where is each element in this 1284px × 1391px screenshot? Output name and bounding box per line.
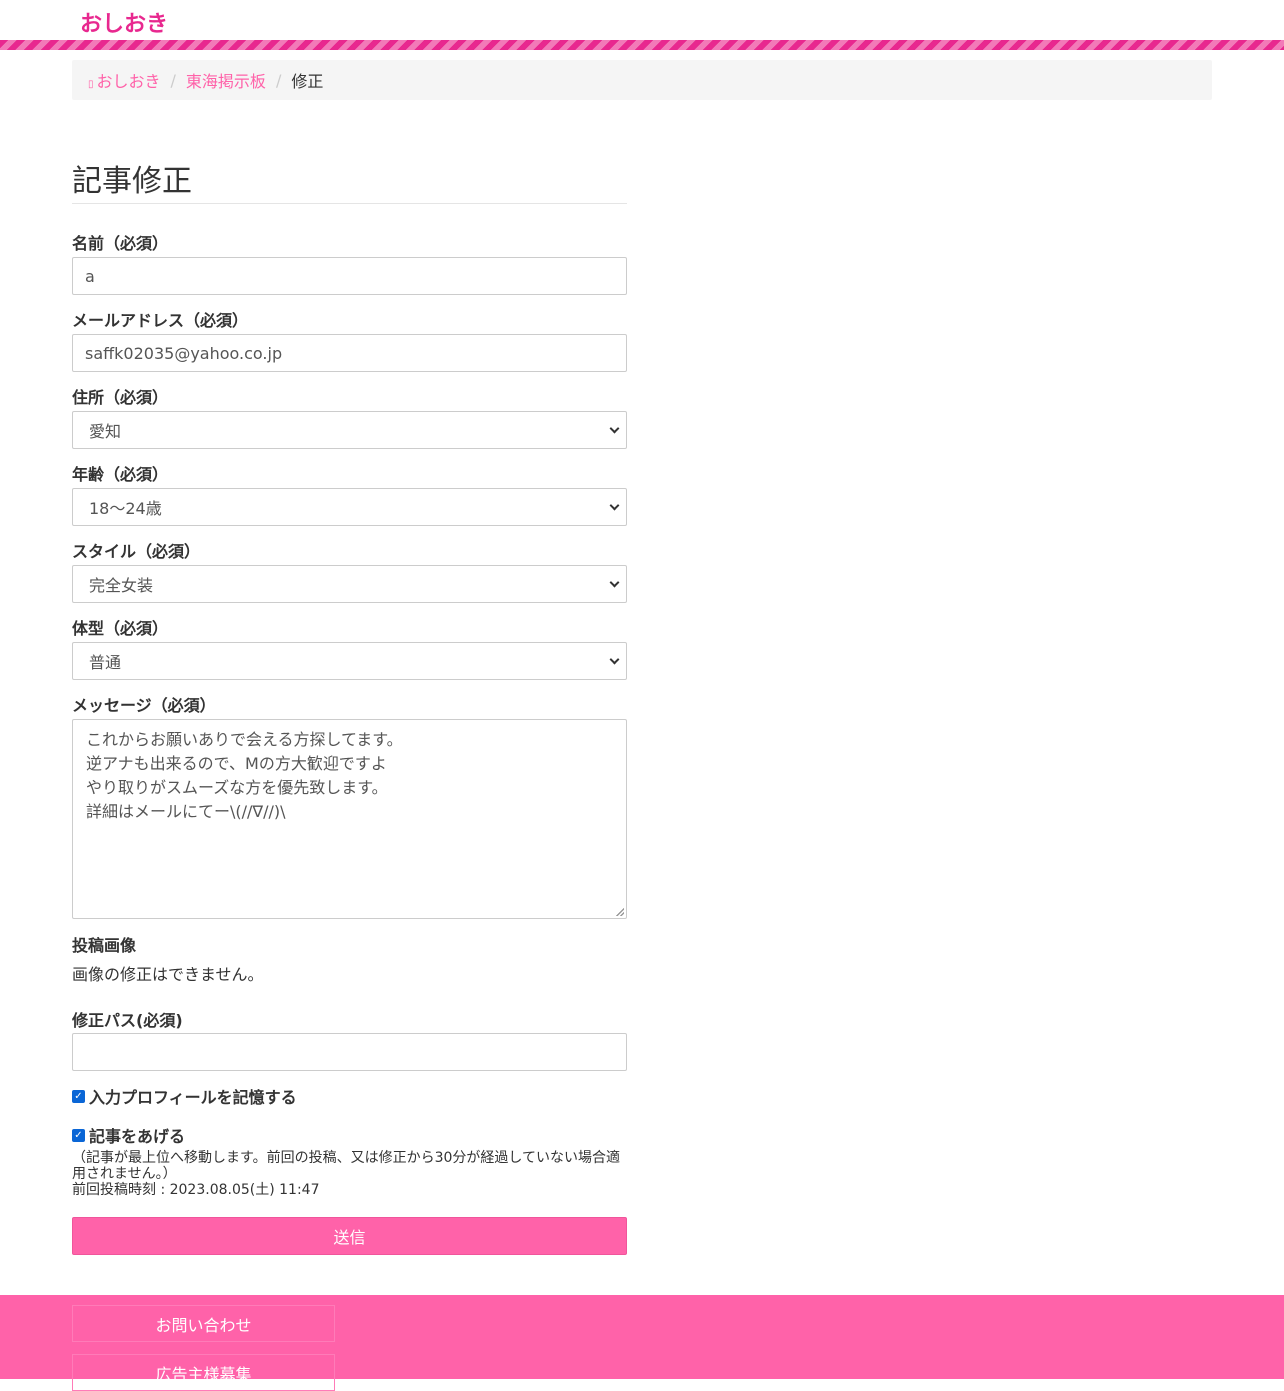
header-stripe	[0, 40, 1284, 50]
message-label: メッセージ（必須）	[72, 696, 216, 715]
address-select-value: 愛知	[89, 422, 122, 441]
email-label: メールアドレス（必須）	[72, 311, 249, 330]
message-line: 逆アナも出来るので、Mの方大歓迎ですよ	[86, 754, 387, 773]
bump-note: （記事が最上位へ移動します。前回の投稿、又は修正から30分が経過していない場合適…	[72, 1150, 632, 1198]
breadcrumb-board[interactable]: 東海掲示板	[186, 68, 266, 92]
password-label: 修正パス(必須)	[72, 1011, 183, 1030]
chevron-down-icon	[609, 500, 620, 510]
bump-label: 記事をあげる	[89, 1127, 186, 1146]
breadcrumb: ▯ おしおき / 東海掲示板 / 修正	[72, 60, 1212, 100]
chevron-down-icon	[609, 577, 620, 587]
resize-handle-icon[interactable]	[616, 908, 624, 916]
style-select-value: 完全女装	[89, 576, 154, 595]
email-input[interactable]: saffk02035@yahoo.co.jp	[72, 334, 627, 372]
name-label: 名前（必須）	[72, 234, 169, 253]
bump-checkbox-row[interactable]: ✓ 記事をあげる	[72, 1123, 185, 1147]
name-input[interactable]: a	[72, 257, 627, 295]
remember-checkbox-row[interactable]: ✓ 入力プロフィールを記憶する	[72, 1084, 297, 1108]
body-type-label: 体型（必須）	[72, 619, 169, 638]
age-select-value: 18〜24歳	[89, 499, 162, 518]
body-type-select[interactable]: 普通	[72, 642, 627, 680]
breadcrumb-current: 修正	[291, 72, 324, 91]
image-label: 投稿画像	[72, 936, 137, 955]
chevron-down-icon	[609, 654, 620, 664]
body-type-select-value: 普通	[89, 653, 122, 672]
footer: お問い合わせ 広告主様募集	[0, 1295, 1284, 1391]
email-input-value: saffk02035@yahoo.co.jp	[85, 343, 283, 363]
name-input-value: a	[85, 266, 95, 286]
bump-note-line: 用されません。）	[72, 1166, 177, 1182]
breadcrumb-home-label: おしおき	[96, 72, 161, 91]
submit-button[interactable]: 送信	[72, 1217, 627, 1255]
style-select[interactable]: 完全女装	[72, 565, 627, 603]
header: おしおき	[0, 0, 1284, 40]
password-input[interactable]	[72, 1033, 627, 1071]
page-title: 記事修正	[72, 150, 627, 204]
message-line: 詳細はメールにてー\(//∇//)\	[86, 802, 286, 821]
home-icon: ▯	[88, 79, 94, 90]
style-label: スタイル（必須）	[72, 542, 201, 561]
bump-checkbox[interactable]: ✓	[72, 1128, 85, 1142]
last-post-time: 前回投稿時刻 : 2023.08.05(土) 11:47	[72, 1182, 320, 1198]
age-label: 年齢（必須）	[72, 465, 169, 484]
contact-link[interactable]: お問い合わせ	[72, 1305, 335, 1342]
address-label: 住所（必須）	[72, 388, 169, 407]
breadcrumb-home[interactable]: ▯ おしおき	[88, 68, 161, 92]
advertisers-link[interactable]: 広告主様募集	[72, 1354, 335, 1391]
address-select[interactable]: 愛知	[72, 411, 627, 449]
site-logo[interactable]: おしおき	[80, 6, 168, 38]
remember-label: 入力プロフィールを記憶する	[89, 1088, 297, 1107]
message-textarea[interactable]: これからお願いありで会える方探してます。 逆アナも出来るので、Mの方大歓迎ですよ…	[72, 719, 627, 919]
breadcrumb-separator: /	[170, 70, 176, 90]
image-note: 画像の修正はできません。	[72, 965, 264, 984]
breadcrumb-separator: /	[275, 70, 282, 90]
bump-note-line: （記事が最上位へ移動します。前回の投稿、又は修正から30分が経過していない場合適	[72, 1150, 620, 1166]
age-select[interactable]: 18〜24歳	[72, 488, 627, 526]
chevron-down-icon	[609, 423, 620, 433]
message-line: やり取りがスムーズな方を優先致します。	[86, 778, 388, 797]
message-line: これからお願いありで会える方探してます。	[86, 730, 403, 749]
remember-checkbox[interactable]: ✓	[72, 1089, 85, 1103]
